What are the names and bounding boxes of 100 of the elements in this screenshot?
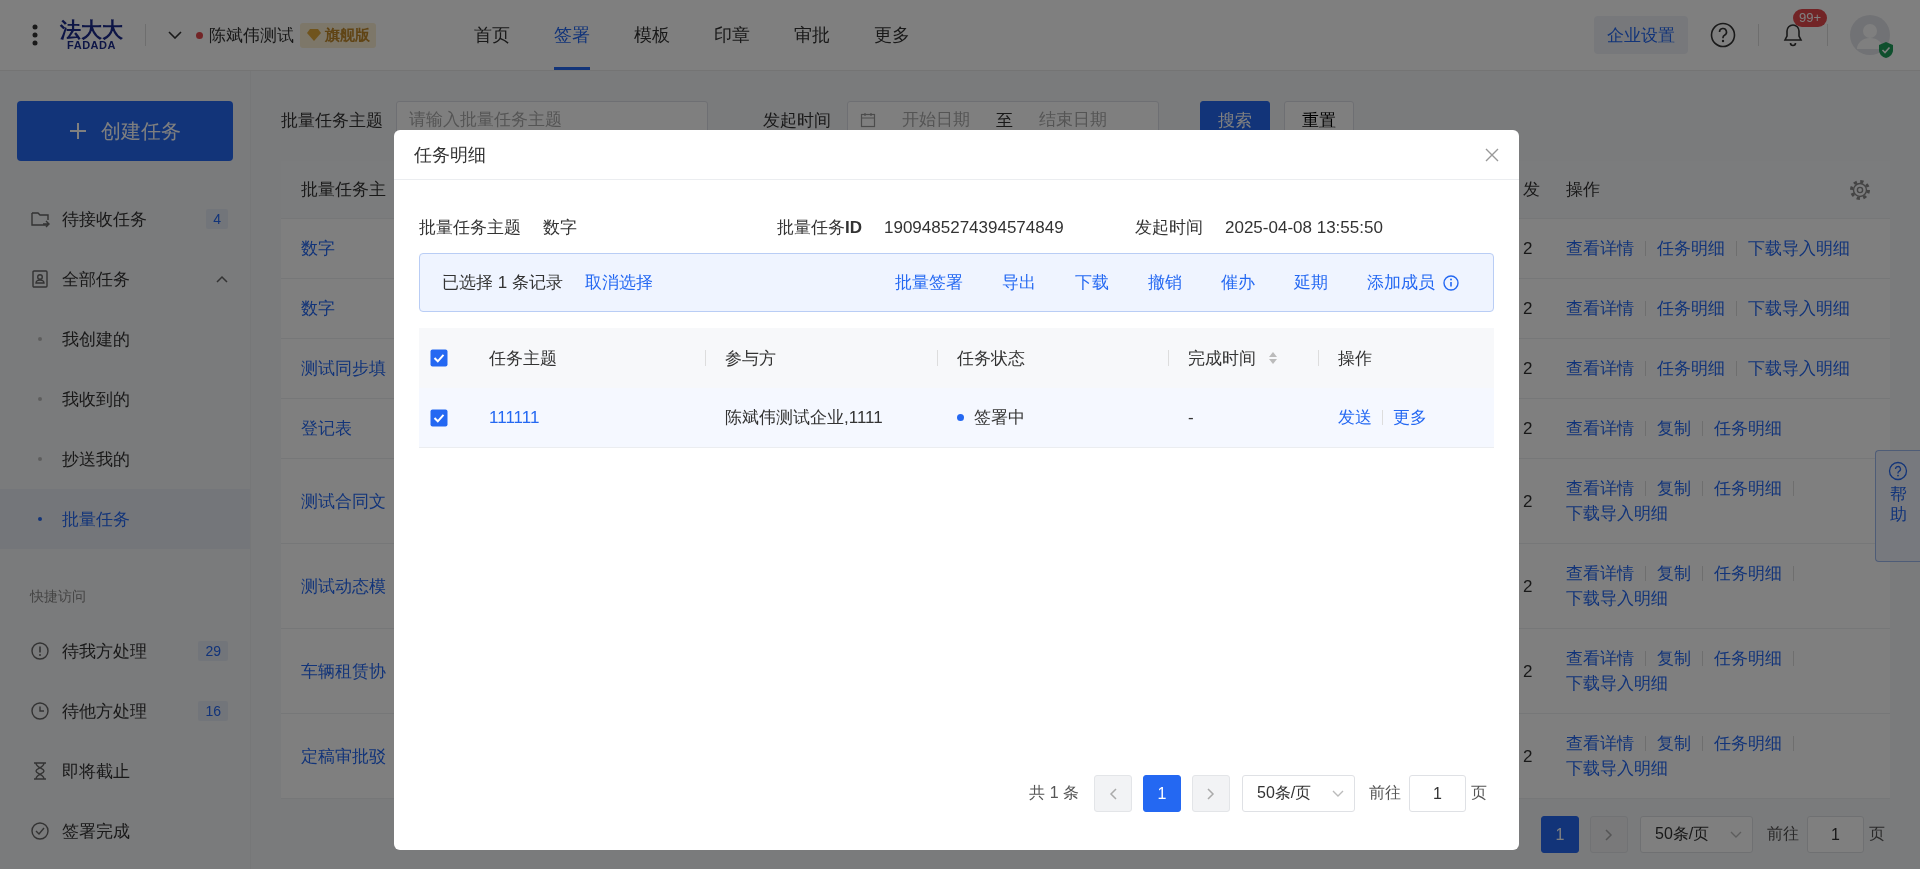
action-link[interactable]: 下载导入明细 xyxy=(1566,501,1668,526)
nav-tab[interactable]: 首页 xyxy=(474,0,510,70)
checkbox[interactable] xyxy=(430,349,448,367)
action-link[interactable]: 下载导入明细 xyxy=(1566,671,1668,696)
action-link[interactable]: 发送 xyxy=(1338,406,1372,429)
sidebar-item[interactable]: 我收到的 xyxy=(0,369,250,429)
folder-icon xyxy=(30,209,50,229)
check-circle-icon xyxy=(30,821,50,841)
action-link[interactable]: 下载 xyxy=(1075,271,1109,294)
sidebar-item[interactable]: 待我方处理 29 xyxy=(0,621,250,681)
sidebar-item[interactable]: 签署完成 xyxy=(0,801,250,861)
sidebar-item[interactable]: 全部任务 xyxy=(0,249,250,309)
page-suffix: 页 xyxy=(1471,783,1487,803)
action-link[interactable]: 批量签署 xyxy=(895,271,963,294)
action-link[interactable]: 查看详情 xyxy=(1566,731,1634,756)
close-icon[interactable] xyxy=(1485,147,1499,162)
table-cell: - xyxy=(1188,407,1194,428)
action-link[interactable]: 导出 xyxy=(1002,271,1036,294)
action-link[interactable]: 复制 xyxy=(1657,476,1691,501)
action-link[interactable]: 查看详情 xyxy=(1566,646,1634,671)
action-link[interactable]: 查看详情 xyxy=(1566,296,1634,321)
task-link[interactable]: 111111 xyxy=(489,407,540,428)
page-input[interactable]: 1 xyxy=(1807,816,1864,853)
action-link[interactable]: 复制 xyxy=(1657,646,1691,671)
sort-icon[interactable] xyxy=(1268,351,1278,365)
help-icon[interactable] xyxy=(1710,22,1736,48)
create-task-button[interactable]: 创建任务 xyxy=(17,101,233,161)
caret-down-icon[interactable] xyxy=(168,31,182,39)
action-link[interactable]: 查看详情 xyxy=(1566,356,1634,381)
task-link[interactable]: 车辆租赁协 xyxy=(301,658,386,684)
nav-tab[interactable]: 签署 xyxy=(554,0,590,70)
range-separator: 至 xyxy=(996,109,1013,132)
action-link[interactable]: 下载导入明细 xyxy=(1748,356,1850,381)
action-link[interactable]: 任务明细 xyxy=(1714,476,1782,501)
task-link[interactable]: 测试同步填 xyxy=(301,356,386,381)
action-link[interactable]: 查看详情 xyxy=(1566,416,1634,441)
task-link[interactable]: 测试动态模 xyxy=(301,573,386,599)
table-cell-text: 2 xyxy=(1523,490,1533,513)
action-link[interactable]: 复制 xyxy=(1657,731,1691,756)
action-link[interactable]: 任务明细 xyxy=(1714,646,1782,671)
info-value: 2025-04-08 13:55:50 xyxy=(1225,217,1383,239)
action-link[interactable]: 任务明细 xyxy=(1657,236,1725,261)
page-size-select[interactable]: 50条/页 xyxy=(1242,775,1355,812)
sidebar-item[interactable]: 即将截止 xyxy=(0,741,250,801)
sidebar-item[interactable]: 抄送我的 xyxy=(0,429,250,489)
page-button[interactable]: 1 xyxy=(1143,775,1181,812)
settings-button[interactable]: 企业设置 xyxy=(1594,16,1688,54)
action-link[interactable]: 查看详情 xyxy=(1566,476,1634,501)
alert-icon xyxy=(30,641,50,661)
action-link[interactable]: 下载导入明细 xyxy=(1748,236,1850,261)
action-link[interactable]: 下载导入明细 xyxy=(1748,296,1850,321)
task-link[interactable]: 测试合同文 xyxy=(301,488,386,514)
goto-label: 前往 xyxy=(1369,783,1401,803)
nav-tab[interactable]: 审批 xyxy=(794,0,830,70)
sidebar-item[interactable]: 待接收任务 4 xyxy=(0,189,250,249)
task-link[interactable]: 数字 xyxy=(301,296,335,321)
column-header: 操作 xyxy=(1338,347,1372,370)
page-button[interactable]: 1 xyxy=(1541,816,1579,853)
help-tab[interactable]: 帮助 xyxy=(1875,450,1920,562)
bell-icon[interactable] xyxy=(1781,22,1805,48)
column-header: 批量任务主 xyxy=(301,179,386,201)
avatar-icon[interactable] xyxy=(1850,15,1890,55)
action-link[interactable]: 下载导入明细 xyxy=(1566,586,1668,611)
sidebar-item[interactable]: 待他方处理 16 xyxy=(0,681,250,741)
nav-tab[interactable]: 印章 xyxy=(714,0,750,70)
page-input[interactable]: 1 xyxy=(1409,775,1466,812)
task-link[interactable]: 定稿审批驳 xyxy=(301,743,386,769)
nav-tab[interactable]: 模板 xyxy=(634,0,670,70)
action-link[interactable]: 更多 xyxy=(1393,406,1427,429)
menu-icon[interactable] xyxy=(32,24,38,46)
field-label: 批量任务主题 xyxy=(281,109,383,132)
task-link[interactable]: 登记表 xyxy=(301,416,352,441)
chevron-right-icon xyxy=(1605,828,1613,841)
action-link[interactable]: 任务明细 xyxy=(1714,561,1782,586)
clear-selection-link[interactable]: 取消选择 xyxy=(584,271,653,294)
action-link[interactable]: 任务明细 xyxy=(1714,416,1782,441)
action-link[interactable]: 任务明细 xyxy=(1657,296,1725,321)
action-link[interactable]: 催办 xyxy=(1221,271,1255,294)
page-size-select[interactable]: 50条/页 xyxy=(1640,816,1753,853)
task-link[interactable]: 数字 xyxy=(301,236,335,261)
action-link[interactable]: 任务明细 xyxy=(1714,731,1782,756)
action-link[interactable]: 任务明细 xyxy=(1657,356,1725,381)
action-link[interactable]: 撤销 xyxy=(1148,271,1182,294)
sidebar-item[interactable]: 批量任务 xyxy=(0,489,250,549)
org-name[interactable]: 陈斌伟测试 xyxy=(209,23,294,47)
chevron-icon[interactable] xyxy=(216,275,228,283)
action-link[interactable]: 下载导入明细 xyxy=(1566,756,1668,781)
nav-tab[interactable]: 更多 xyxy=(874,0,910,70)
chevron-down-icon xyxy=(1730,830,1742,839)
sidebar-item[interactable]: 我创建的 xyxy=(0,309,250,369)
action-link[interactable]: 复制 xyxy=(1657,416,1691,441)
action-link[interactable]: 查看详情 xyxy=(1566,236,1634,261)
info-icon[interactable] xyxy=(1443,274,1459,291)
action-link[interactable]: 添加成员 xyxy=(1367,271,1459,294)
action-link[interactable]: 延期 xyxy=(1294,271,1328,294)
action-link[interactable]: 查看详情 xyxy=(1566,561,1634,586)
selection-summary: 已选择 1 条记录 xyxy=(442,272,563,294)
settings-icon[interactable] xyxy=(1849,178,1871,201)
action-link[interactable]: 复制 xyxy=(1657,561,1691,586)
checkbox[interactable] xyxy=(430,408,448,427)
